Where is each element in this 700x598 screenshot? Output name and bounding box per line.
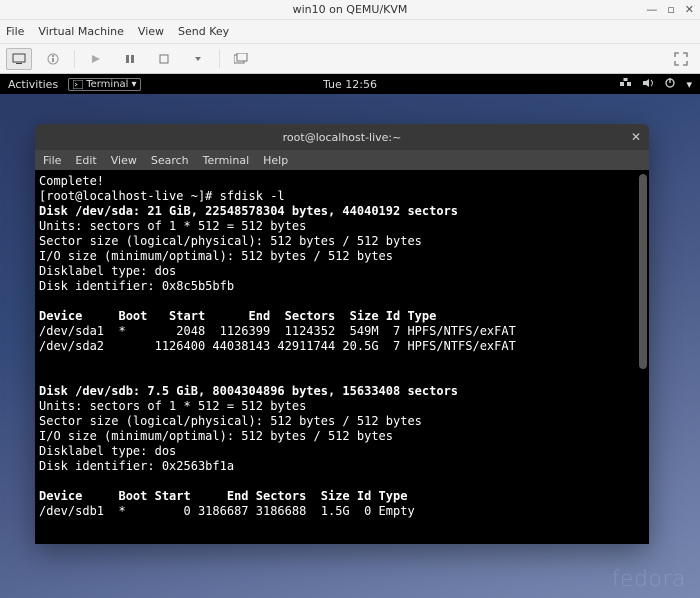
guest-display[interactable]: Activities Terminal ▾ Tue 12:56 ▾ root@l… (0, 74, 700, 598)
activities-button[interactable]: Activities (8, 78, 58, 91)
term-line: [root@localhost-live ~]# sfdisk -l (39, 189, 285, 203)
toolbar-separator (74, 50, 75, 68)
chevron-down-icon: ▾ (131, 79, 136, 90)
run-button[interactable] (83, 48, 109, 70)
maximize-button[interactable]: ▫ (667, 3, 674, 16)
shutdown-button[interactable] (151, 48, 177, 70)
host-titlebar: win10 on QEMU/KVM — ▫ ✕ (0, 0, 700, 20)
term-line: Units: sectors of 1 * 512 = 512 bytes (39, 219, 306, 233)
menu-send-key[interactable]: Send Key (178, 25, 229, 38)
system-menu-chevron-icon[interactable]: ▾ (686, 78, 692, 91)
gnome-topbar: Activities Terminal ▾ Tue 12:56 ▾ (0, 74, 700, 94)
console-button[interactable] (6, 48, 32, 70)
terminal-scrollbar[interactable] (639, 174, 647, 369)
term-menu-file[interactable]: File (43, 154, 61, 167)
terminal-icon (73, 80, 83, 89)
terminal-body[interactable]: Complete! [root@localhost-live ~]# sfdis… (35, 170, 649, 544)
term-line: Disk identifier: 0x2563bf1a (39, 459, 234, 473)
term-line: Sector size (logical/physical): 512 byte… (39, 234, 422, 248)
term-line: Disklabel type: dos (39, 264, 176, 278)
app-menu-label: Terminal (86, 79, 128, 90)
pause-button[interactable] (117, 48, 143, 70)
term-line: Device Boot Start End Sectors Size Id Ty… (39, 309, 436, 323)
term-line: /dev/sdb1 * 0 3186687 3186688 1.5G 0 Emp… (39, 504, 415, 518)
terminal-window: root@localhost-live:~ ✕ File Edit View S… (35, 124, 649, 544)
term-menu-view[interactable]: View (111, 154, 137, 167)
term-line: Units: sectors of 1 * 512 = 512 bytes (39, 399, 306, 413)
network-icon[interactable] (620, 78, 632, 91)
volume-icon[interactable] (642, 78, 654, 91)
term-line: I/O size (minimum/optimal): 512 bytes / … (39, 249, 393, 263)
term-line: Device Boot Start End Sectors Size Id Ty… (39, 489, 407, 503)
fullscreen-button[interactable] (668, 48, 694, 70)
host-menubar: File Virtual Machine View Send Key (0, 20, 700, 44)
terminal-titlebar[interactable]: root@localhost-live:~ ✕ (35, 124, 649, 150)
clock[interactable]: Tue 12:56 (323, 78, 377, 91)
term-line: Disklabel type: dos (39, 444, 176, 458)
menu-view[interactable]: View (138, 25, 164, 38)
term-menu-edit[interactable]: Edit (75, 154, 96, 167)
term-line: Disk /dev/sdb: 7.5 GiB, 8004304896 bytes… (39, 384, 458, 398)
term-line: Sector size (logical/physical): 512 byte… (39, 414, 422, 428)
host-title: win10 on QEMU/KVM (293, 3, 408, 16)
app-menu-terminal[interactable]: Terminal ▾ (68, 78, 141, 91)
term-line: I/O size (minimum/optimal): 512 bytes / … (39, 429, 393, 443)
toolbar-separator-2 (219, 50, 220, 68)
term-menu-search[interactable]: Search (151, 154, 189, 167)
term-line: /dev/sda1 * 2048 1126399 1124352 549M 7 … (39, 324, 516, 338)
term-line: Complete! (39, 174, 104, 188)
fedora-watermark: fedora (612, 567, 686, 592)
term-line: Disk identifier: 0x8c5b5bfb (39, 279, 234, 293)
snapshots-button[interactable] (228, 48, 254, 70)
terminal-menubar: File Edit View Search Terminal Help (35, 150, 649, 170)
term-menu-terminal[interactable]: Terminal (203, 154, 250, 167)
term-line: /dev/sda2 1126400 44038143 42911744 20.5… (39, 339, 516, 353)
host-toolbar (0, 44, 700, 74)
shutdown-dropdown[interactable] (185, 48, 211, 70)
menu-virtual-machine[interactable]: Virtual Machine (38, 25, 124, 38)
close-button[interactable]: ✕ (685, 3, 694, 16)
term-line: Disk /dev/sda: 21 GiB, 22548578304 bytes… (39, 204, 458, 218)
details-button[interactable] (40, 48, 66, 70)
terminal-title: root@localhost-live:~ (283, 131, 402, 144)
term-menu-help[interactable]: Help (263, 154, 288, 167)
minimize-button[interactable]: — (646, 3, 657, 16)
menu-file[interactable]: File (6, 25, 24, 38)
power-icon[interactable] (664, 77, 676, 92)
terminal-close-button[interactable]: ✕ (631, 130, 641, 144)
